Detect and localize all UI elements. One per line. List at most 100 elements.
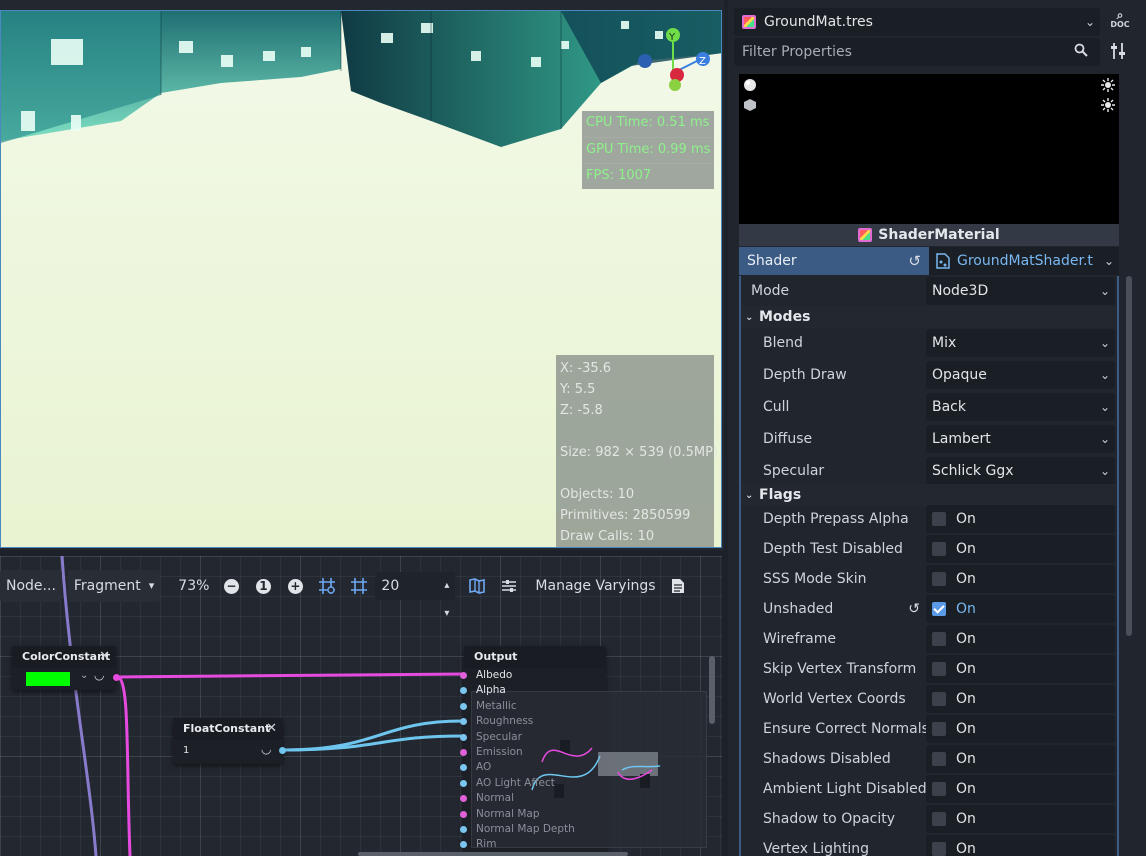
float-value-field[interactable]: 1: [183, 743, 253, 759]
property-label: SSS Mode Skin: [741, 571, 926, 587]
light-2-toggle-icon[interactable]: [1101, 98, 1115, 112]
graph-vertical-scrollbar[interactable]: [709, 656, 715, 724]
cursor-x: X: -35.6: [560, 361, 612, 376]
cursor-y: Y: 5.5: [560, 382, 596, 397]
fps: FPS: 1007: [582, 163, 714, 189]
flag-checkbox[interactable]: On: [926, 715, 1115, 743]
color-constant-node[interactable]: ColorConstant ✕ ⌄ ◡: [12, 646, 120, 690]
property-value: Mix: [932, 335, 957, 351]
updown-arrows-icon: ▴ ▾: [444, 580, 450, 619]
zoom-in-button[interactable]: +: [279, 570, 311, 602]
zoom-out-button[interactable]: −: [215, 570, 247, 602]
output-input-port[interactable]: [460, 672, 467, 679]
objects-count: Objects: 10: [560, 487, 635, 502]
flag-checkbox[interactable]: On: [926, 505, 1115, 533]
color-output-port[interactable]: [113, 674, 120, 681]
property-dropdown[interactable]: Opaque ⌄: [926, 361, 1115, 389]
add-node-button[interactable]: Node...: [0, 570, 62, 602]
sphere-preview-icon[interactable]: [743, 78, 757, 92]
output-port-toggle-icon[interactable]: ◡: [94, 668, 104, 682]
snap-distance-spinbox[interactable]: 20 ▴ ▾: [375, 572, 456, 619]
output-input-port[interactable]: [460, 810, 467, 818]
shader-type-dropdown[interactable]: Fragment ▾: [67, 570, 161, 602]
box-preview-icon[interactable]: [743, 98, 757, 112]
close-icon[interactable]: ✕: [266, 718, 277, 740]
close-icon[interactable]: ✕: [99, 646, 110, 668]
flag-checkbox[interactable]: On: [926, 835, 1115, 856]
property-dropdown[interactable]: Mix ⌄: [926, 329, 1115, 357]
flag-property-row: Depth Test Disabled On: [741, 534, 1117, 564]
document-icon: [671, 579, 684, 593]
light-1-toggle-icon[interactable]: [1101, 78, 1115, 92]
property-label-text: Wireframe: [763, 631, 837, 647]
flag-checkbox[interactable]: On: [926, 745, 1115, 773]
property-dropdown[interactable]: Lambert ⌄: [926, 425, 1115, 453]
shader-resource-picker[interactable]: GroundMatShader.t ⌄: [929, 247, 1119, 275]
output-input-port[interactable]: [460, 733, 467, 741]
zoom-reset-button[interactable]: 1: [247, 570, 279, 602]
property-value: Schlick Ggx: [932, 463, 1014, 479]
property-label: Ambient Light Disabled: [741, 781, 927, 797]
chevron-down-icon: ⌄: [1103, 254, 1115, 268]
shader-material-header: ShaderMaterial: [739, 224, 1119, 246]
zoom-level[interactable]: 73%: [172, 570, 215, 602]
minimap-toggle-button[interactable]: [461, 570, 493, 602]
checkbox-label: On: [956, 691, 976, 707]
property-label: Depth Test Disabled: [741, 541, 926, 557]
chevron-down-icon: ⌄: [745, 489, 754, 501]
viewport-canvas[interactable]: Y Z CPU Time: 0.51 ms GPU Time: 0.99 ms …: [0, 10, 722, 548]
flag-checkbox[interactable]: On: [926, 625, 1115, 653]
modes-group-header[interactable]: ⌄ Modes: [741, 306, 1117, 328]
property-label-text: Shadows Disabled: [763, 751, 891, 767]
snap-distance-value: 20: [381, 578, 400, 594]
object-properties-tools-button[interactable]: [1110, 42, 1130, 62]
snap-toggle-button[interactable]: [343, 570, 375, 602]
search-icon: [1074, 43, 1100, 61]
3d-viewport[interactable]: Y Z CPU Time: 0.51 ms GPU Time: 0.99 ms …: [0, 0, 724, 550]
mode-property-row: Cull Back ⌄: [741, 392, 1117, 422]
output-input-port[interactable]: [460, 826, 467, 833]
flag-checkbox[interactable]: On: [926, 595, 1115, 623]
float-constant-node[interactable]: FloatConstant ✕ 1 ◡: [173, 718, 286, 764]
output-input-port[interactable]: [460, 779, 467, 787]
resource-selector[interactable]: GroundMat.tres ⌄: [734, 8, 1100, 36]
shader-property-label: Shader ↺: [739, 247, 929, 275]
output-input-port[interactable]: [460, 749, 467, 756]
color-swatch[interactable]: [26, 672, 70, 686]
revert-icon[interactable]: ↺: [908, 601, 920, 617]
graph-toolbar: Node... Fragment ▾ 73% − 1 + 20 ▴ ▾ Mana…: [0, 570, 710, 619]
checkbox-label: On: [956, 571, 976, 587]
arrange-nodes-button[interactable]: [493, 570, 525, 602]
shader-code-button[interactable]: [662, 570, 694, 602]
open-docs-button[interactable]: ⌕ DOC: [1108, 9, 1132, 34]
revert-icon[interactable]: ↺: [908, 247, 921, 275]
shader-material-icon: [858, 228, 873, 242]
float-constant-title: FloatConstant ✕: [173, 718, 283, 740]
inspector-scrollbar[interactable]: [1126, 276, 1132, 636]
flags-group-header[interactable]: ⌄ Flags: [741, 484, 1117, 506]
float-output-port[interactable]: [279, 747, 286, 754]
flag-checkbox[interactable]: On: [926, 775, 1115, 803]
flag-checkbox[interactable]: On: [926, 655, 1115, 683]
checkbox-label: On: [956, 511, 976, 527]
flag-checkbox[interactable]: On: [926, 535, 1115, 563]
chevron-down-icon[interactable]: ⌄: [80, 670, 88, 681]
output-port-row: AO Light Affect: [476, 776, 555, 789]
grid-toggle-button[interactable]: [311, 570, 343, 602]
flag-checkbox[interactable]: On: [926, 685, 1115, 713]
flag-checkbox[interactable]: On: [926, 565, 1115, 593]
property-dropdown[interactable]: Back ⌄: [926, 393, 1115, 421]
color-constant-title-text: ColorConstant: [22, 650, 111, 663]
filter-properties-field[interactable]: [734, 38, 1100, 66]
filter-properties-input[interactable]: [742, 44, 1074, 60]
mode-dropdown[interactable]: Node3D ⌄: [926, 277, 1115, 305]
manage-varyings-button[interactable]: Manage Varyings: [529, 570, 661, 602]
output-port-toggle-icon[interactable]: ◡: [261, 742, 271, 756]
flag-property-row: Ensure Correct Normals On: [741, 714, 1117, 744]
mode-property-row: Blend Mix ⌄: [741, 328, 1117, 358]
visual-shader-graph[interactable]: Node... Fragment ▾ 73% − 1 + 20 ▴ ▾ Mana…: [0, 556, 722, 856]
output-input-port[interactable]: [460, 702, 467, 710]
property-dropdown[interactable]: Schlick Ggx ⌄: [926, 457, 1115, 485]
flag-checkbox[interactable]: On: [926, 805, 1115, 833]
graph-horizontal-scrollbar[interactable]: [358, 852, 628, 856]
